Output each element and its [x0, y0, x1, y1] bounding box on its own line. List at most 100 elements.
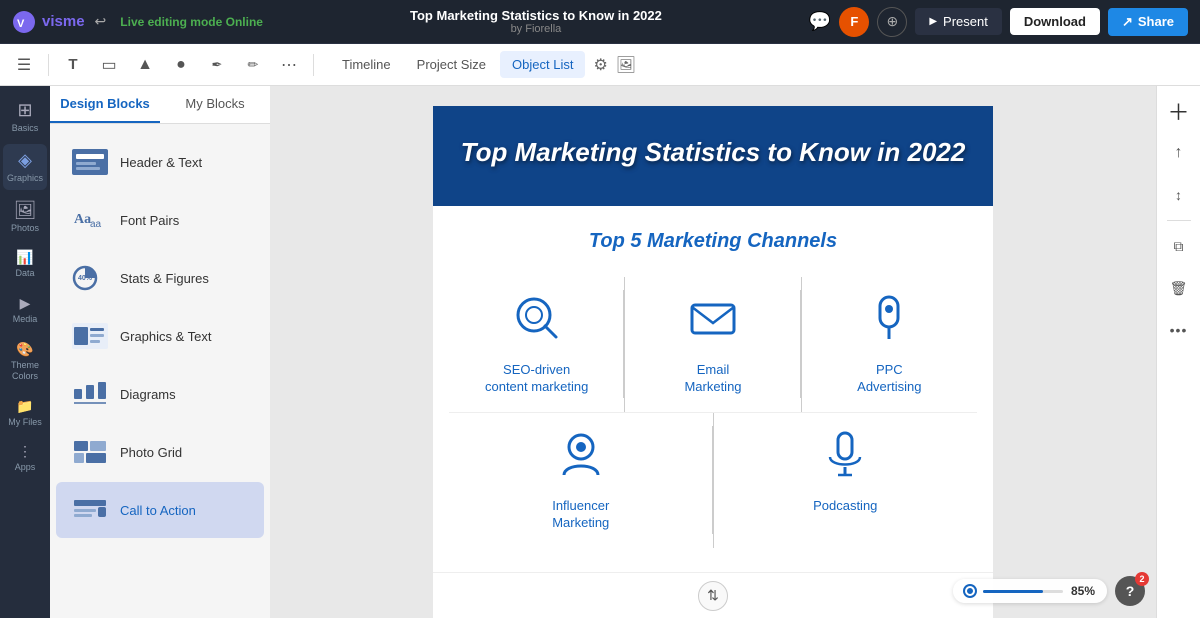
sidebar-item-photos[interactable]: 🖼 Photos	[3, 194, 47, 240]
circle-tool[interactable]: ●	[165, 49, 197, 81]
block-label-font-pairs: Font Pairs	[120, 213, 179, 228]
photo-grid-icon	[72, 438, 108, 466]
image-icon[interactable]: 🖼	[616, 55, 636, 75]
podcasting-icon	[820, 429, 870, 488]
rect-tool[interactable]: ▭	[93, 49, 125, 81]
duplicate-button[interactable]: ⧉	[1162, 229, 1196, 263]
photos-label: Photos	[11, 223, 39, 234]
block-photo-grid[interactable]: Photo Grid	[56, 424, 264, 480]
diagrams-icon	[72, 380, 108, 408]
channel-podcasting: Podcasting	[714, 413, 978, 548]
move-up-button[interactable]: ↑	[1162, 136, 1196, 170]
sidebar-item-data[interactable]: 📊 Data	[3, 243, 47, 285]
apps-icon: ⋮	[18, 443, 32, 460]
my-files-icon: 📁	[16, 398, 33, 415]
block-call-to-action[interactable]: Call to Action	[56, 482, 264, 538]
download-button[interactable]: Download	[1010, 8, 1100, 35]
graphics-icon: ◈	[18, 150, 32, 171]
undo-button[interactable]: ↩	[95, 13, 107, 30]
photo-grid-svg	[72, 439, 108, 465]
font-pairs-svg: Aa aa	[72, 207, 108, 233]
sidebar-item-media[interactable]: ▶ Media	[3, 289, 47, 331]
theme-colors-icon: 🎨	[16, 341, 33, 358]
tab-project-size[interactable]: Project Size	[405, 51, 498, 78]
pencil-tool[interactable]: ✏	[237, 49, 269, 81]
share-icon: ↗	[1122, 14, 1133, 30]
infographic-title: Top Marketing Statistics to Know in 2022	[453, 136, 973, 170]
live-status: Online	[226, 15, 263, 29]
zoom-percentage: 85%	[1071, 584, 1095, 598]
pen-tool[interactable]: ✒	[201, 49, 233, 81]
zoom-dot	[965, 586, 975, 596]
stats-figures-icon: 40%	[72, 264, 108, 292]
logo: V visme	[12, 10, 85, 34]
zoom-slider[interactable]	[983, 590, 1063, 593]
ppc-icon	[864, 293, 914, 352]
chat-icon[interactable]: 💬	[809, 11, 831, 32]
media-icon: ▶	[20, 295, 31, 312]
sidebar-item-graphics[interactable]: ◈ Graphics	[3, 144, 47, 190]
present-button[interactable]: Present	[915, 8, 1002, 35]
block-header-text[interactable]: Header & Text	[56, 134, 264, 190]
sidebar-item-apps[interactable]: ⋮ Apps	[3, 437, 47, 479]
text-tool[interactable]: T	[57, 49, 89, 81]
my-files-label: My Files	[8, 417, 42, 428]
ppc-label: PPCAdvertising	[857, 362, 921, 396]
block-font-pairs[interactable]: Aa aa Font Pairs	[56, 192, 264, 248]
main-layout: ⊞ Basics ◈ Graphics 🖼 Photos 📊 Data ▶ Me…	[0, 86, 1200, 618]
tab-object-list[interactable]: Object List	[500, 51, 585, 78]
share-button[interactable]: ↗ Share	[1108, 8, 1188, 36]
infographic-header: Top Marketing Statistics to Know in 2022	[433, 106, 993, 206]
tab-timeline[interactable]: Timeline	[330, 51, 403, 78]
channel-email: EmailMarketing	[625, 277, 800, 412]
triangle-tool[interactable]: ▲	[129, 49, 161, 81]
data-icon: 📊	[16, 249, 33, 266]
design-panel-tabs: Design Blocks My Blocks	[50, 86, 270, 124]
block-label-diagrams: Diagrams	[120, 387, 176, 402]
avatar[interactable]: F	[839, 7, 869, 37]
more-tools[interactable]: ⋯	[273, 49, 305, 81]
block-graphics-text[interactable]: Graphics & Text	[56, 308, 264, 364]
delete-button[interactable]: 🗑	[1162, 271, 1196, 305]
more-options-button[interactable]: •••	[1162, 313, 1196, 347]
add-button[interactable]: ＋	[1162, 94, 1196, 128]
theme-colors-label: Theme Colors	[5, 360, 45, 382]
sidebar-item-theme-colors[interactable]: 🎨 Theme Colors	[3, 335, 47, 388]
canvas-document: Top Marketing Statistics to Know in 2022…	[433, 106, 993, 618]
secondary-toolbar: ☰ T ▭ ▲ ● ✒ ✏ ⋯ Timeline Project Size Ob…	[0, 44, 1200, 86]
channel-influencer: InfluencerMarketing	[449, 413, 713, 548]
design-panel: Design Blocks My Blocks Header & Text	[50, 86, 270, 618]
block-stats-figures[interactable]: 40% Stats & Figures	[56, 250, 264, 306]
topbar: V visme ↩ Live editing mode Online Top M…	[0, 0, 1200, 44]
menu-icon[interactable]: ☰	[8, 49, 40, 81]
scroll-button[interactable]: ⇅	[698, 581, 728, 611]
channels-title: Top 5 Marketing Channels	[449, 230, 977, 253]
project-title: Top Marketing Statistics to Know in 2022	[273, 8, 799, 23]
graphics-text-svg	[72, 323, 108, 349]
tab-my-blocks[interactable]: My Blocks	[160, 86, 270, 123]
block-label-header-text: Header & Text	[120, 155, 202, 170]
sidebar-item-basics[interactable]: ⊞ Basics	[3, 94, 47, 140]
svg-text:40%: 40%	[78, 275, 93, 282]
diagrams-svg	[72, 381, 108, 407]
live-mode-label: Live editing mode Online	[120, 15, 263, 29]
canvas-area[interactable]: Top Marketing Statistics to Know in 2022…	[270, 86, 1156, 618]
zoom-control[interactable]: 85%	[953, 579, 1107, 603]
tab-design-blocks[interactable]: Design Blocks	[50, 86, 160, 123]
sidebar-item-my-files[interactable]: 📁 My Files	[3, 392, 47, 434]
channel-seo: SEO-drivencontent marketing	[449, 277, 624, 412]
visme-logo-icon: V	[12, 10, 36, 34]
svg-text:aa: aa	[90, 219, 102, 230]
email-label: EmailMarketing	[684, 362, 741, 396]
block-label-call-to-action: Call to Action	[120, 503, 196, 518]
help-button[interactable]: ? 2	[1115, 576, 1145, 606]
media-label: Media	[13, 314, 38, 325]
settings-icon[interactable]: ⚙	[593, 55, 607, 75]
channels-row2: InfluencerMarketing Podcasting	[449, 413, 977, 548]
block-diagrams[interactable]: Diagrams	[56, 366, 264, 422]
resize-button[interactable]: ↕	[1162, 178, 1196, 212]
collaborators-icon[interactable]: ⊕	[877, 7, 907, 37]
email-icon	[688, 293, 738, 352]
block-label-stats-figures: Stats & Figures	[120, 271, 209, 286]
scroll-indicator: ⇅	[433, 572, 993, 618]
